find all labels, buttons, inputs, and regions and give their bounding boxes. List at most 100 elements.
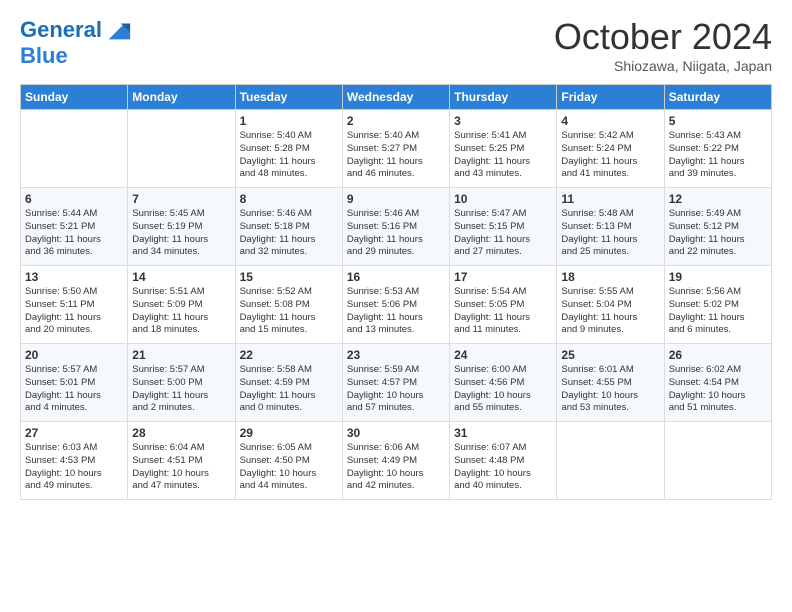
day-number: 18 — [561, 270, 659, 284]
day-number: 11 — [561, 192, 659, 206]
day-info: Sunrise: 6:02 AM Sunset: 4:54 PM Dayligh… — [669, 364, 767, 415]
day-info: Sunrise: 6:04 AM Sunset: 4:51 PM Dayligh… — [132, 442, 230, 493]
day-number: 20 — [25, 348, 123, 362]
calendar-cell — [21, 110, 128, 188]
day-info: Sunrise: 5:41 AM Sunset: 5:25 PM Dayligh… — [454, 130, 552, 181]
col-saturday: Saturday — [664, 85, 771, 110]
calendar-cell: 12 Sunrise: 5:49 AM Sunset: 5:12 PM Dayli… — [664, 188, 771, 266]
day-info: Sunrise: 5:43 AM Sunset: 5:22 PM Dayligh… — [669, 130, 767, 181]
day-number: 10 — [454, 192, 552, 206]
day-info: Sunrise: 5:50 AM Sunset: 5:11 PM Dayligh… — [25, 286, 123, 337]
calendar-cell: 4Sunrise: 5:42 AM Sunset: 5:24 PM Daylig… — [557, 110, 664, 188]
day-number: 23 — [347, 348, 445, 362]
calendar-cell: 9 Sunrise: 5:46 AM Sunset: 5:16 PM Daylig… — [342, 188, 449, 266]
day-number: 13 — [25, 270, 123, 284]
day-number: 19 — [669, 270, 767, 284]
logo: General Blue — [20, 16, 132, 68]
day-info: Sunrise: 5:44 AM Sunset: 5:21 PM Dayligh… — [25, 208, 123, 259]
calendar-cell: 14 Sunrise: 5:51 AM Sunset: 5:09 PM Dayli… — [128, 266, 235, 344]
calendar-page: General Blue October 2024 Shiozawa, Niig… — [0, 0, 792, 612]
day-number: 7 — [132, 192, 230, 206]
calendar-week-3: 13 Sunrise: 5:50 AM Sunset: 5:11 PM Dayli… — [21, 266, 772, 344]
day-info: Sunrise: 6:06 AM Sunset: 4:49 PM Dayligh… — [347, 442, 445, 493]
day-number: 9 — [347, 192, 445, 206]
col-sunday: Sunday — [21, 85, 128, 110]
location: Shiozawa, Niigata, Japan — [554, 58, 772, 74]
day-number: 15 — [240, 270, 338, 284]
day-number: 31 — [454, 426, 552, 440]
calendar-cell: 30 Sunrise: 6:06 AM Sunset: 4:49 PM Dayli… — [342, 422, 449, 500]
calendar-cell: 8 Sunrise: 5:46 AM Sunset: 5:18 PM Daylig… — [235, 188, 342, 266]
day-number: 5 — [669, 114, 767, 128]
calendar-cell: 6Sunrise: 5:44 AM Sunset: 5:21 PM Daylig… — [21, 188, 128, 266]
day-info: Sunrise: 5:40 AM Sunset: 5:28 PM Dayligh… — [240, 130, 338, 181]
calendar-week-2: 6Sunrise: 5:44 AM Sunset: 5:21 PM Daylig… — [21, 188, 772, 266]
month-title: October 2024 — [554, 16, 772, 58]
day-number: 24 — [454, 348, 552, 362]
calendar-cell: 22 Sunrise: 5:58 AM Sunset: 4:59 PM Dayli… — [235, 344, 342, 422]
day-info: Sunrise: 5:59 AM Sunset: 4:57 PM Dayligh… — [347, 364, 445, 415]
calendar-cell: 26 Sunrise: 6:02 AM Sunset: 4:54 PM Dayli… — [664, 344, 771, 422]
day-number: 26 — [669, 348, 767, 362]
calendar-cell: 25 Sunrise: 6:01 AM Sunset: 4:55 PM Dayli… — [557, 344, 664, 422]
calendar-week-4: 20 Sunrise: 5:57 AM Sunset: 5:01 PM Dayli… — [21, 344, 772, 422]
day-info: Sunrise: 6:03 AM Sunset: 4:53 PM Dayligh… — [25, 442, 123, 493]
day-info: Sunrise: 5:45 AM Sunset: 5:19 PM Dayligh… — [132, 208, 230, 259]
day-number: 27 — [25, 426, 123, 440]
day-info: Sunrise: 5:46 AM Sunset: 5:18 PM Dayligh… — [240, 208, 338, 259]
col-wednesday: Wednesday — [342, 85, 449, 110]
col-friday: Friday — [557, 85, 664, 110]
calendar-cell: 2Sunrise: 5:40 AM Sunset: 5:27 PM Daylig… — [342, 110, 449, 188]
calendar-cell: 21 Sunrise: 5:57 AM Sunset: 5:00 PM Dayli… — [128, 344, 235, 422]
day-number: 22 — [240, 348, 338, 362]
calendar-header: Sunday Monday Tuesday Wednesday Thursday… — [21, 85, 772, 110]
day-info: Sunrise: 5:47 AM Sunset: 5:15 PM Dayligh… — [454, 208, 552, 259]
day-number: 29 — [240, 426, 338, 440]
day-number: 28 — [132, 426, 230, 440]
calendar-cell: 3 Sunrise: 5:41 AM Sunset: 5:25 PM Daylig… — [450, 110, 557, 188]
calendar-cell: 15Sunrise: 5:52 AM Sunset: 5:08 PM Dayli… — [235, 266, 342, 344]
calendar-cell: 29 Sunrise: 6:05 AM Sunset: 4:50 PM Dayli… — [235, 422, 342, 500]
calendar-cell: 10 Sunrise: 5:47 AM Sunset: 5:15 PM Dayli… — [450, 188, 557, 266]
calendar-cell — [557, 422, 664, 500]
day-info: Sunrise: 6:01 AM Sunset: 4:55 PM Dayligh… — [561, 364, 659, 415]
day-number: 25 — [561, 348, 659, 362]
col-tuesday: Tuesday — [235, 85, 342, 110]
calendar-cell: 31Sunrise: 6:07 AM Sunset: 4:48 PM Dayli… — [450, 422, 557, 500]
col-monday: Monday — [128, 85, 235, 110]
day-info: Sunrise: 5:54 AM Sunset: 5:05 PM Dayligh… — [454, 286, 552, 337]
day-info: Sunrise: 5:48 AM Sunset: 5:13 PM Dayligh… — [561, 208, 659, 259]
logo-text: General — [20, 18, 102, 42]
day-info: Sunrise: 5:58 AM Sunset: 4:59 PM Dayligh… — [240, 364, 338, 415]
calendar-cell: 23 Sunrise: 5:59 AM Sunset: 4:57 PM Dayli… — [342, 344, 449, 422]
title-area: October 2024 Shiozawa, Niigata, Japan — [554, 16, 772, 74]
day-info: Sunrise: 5:49 AM Sunset: 5:12 PM Dayligh… — [669, 208, 767, 259]
calendar-week-5: 27 Sunrise: 6:03 AM Sunset: 4:53 PM Dayli… — [21, 422, 772, 500]
day-info: Sunrise: 5:53 AM Sunset: 5:06 PM Dayligh… — [347, 286, 445, 337]
col-thursday: Thursday — [450, 85, 557, 110]
calendar-body: 1Sunrise: 5:40 AM Sunset: 5:28 PM Daylig… — [21, 110, 772, 500]
calendar-cell: 5 Sunrise: 5:43 AM Sunset: 5:22 PM Daylig… — [664, 110, 771, 188]
day-info: Sunrise: 5:57 AM Sunset: 5:00 PM Dayligh… — [132, 364, 230, 415]
day-number: 12 — [669, 192, 767, 206]
header-row: Sunday Monday Tuesday Wednesday Thursday… — [21, 85, 772, 110]
day-number: 30 — [347, 426, 445, 440]
day-number: 14 — [132, 270, 230, 284]
day-info: Sunrise: 5:40 AM Sunset: 5:27 PM Dayligh… — [347, 130, 445, 181]
calendar-cell: 16Sunrise: 5:53 AM Sunset: 5:06 PM Dayli… — [342, 266, 449, 344]
day-info: Sunrise: 5:56 AM Sunset: 5:02 PM Dayligh… — [669, 286, 767, 337]
day-number: 21 — [132, 348, 230, 362]
day-number: 3 — [454, 114, 552, 128]
day-info: Sunrise: 5:51 AM Sunset: 5:09 PM Dayligh… — [132, 286, 230, 337]
day-info: Sunrise: 6:00 AM Sunset: 4:56 PM Dayligh… — [454, 364, 552, 415]
day-info: Sunrise: 5:46 AM Sunset: 5:16 PM Dayligh… — [347, 208, 445, 259]
day-number: 8 — [240, 192, 338, 206]
calendar-cell — [128, 110, 235, 188]
calendar-cell: 11 Sunrise: 5:48 AM Sunset: 5:13 PM Dayli… — [557, 188, 664, 266]
day-number: 4 — [561, 114, 659, 128]
day-info: Sunrise: 5:57 AM Sunset: 5:01 PM Dayligh… — [25, 364, 123, 415]
header: General Blue October 2024 Shiozawa, Niig… — [20, 16, 772, 74]
day-info: Sunrise: 6:05 AM Sunset: 4:50 PM Dayligh… — [240, 442, 338, 493]
calendar-cell: 13 Sunrise: 5:50 AM Sunset: 5:11 PM Dayli… — [21, 266, 128, 344]
calendar-cell: 7 Sunrise: 5:45 AM Sunset: 5:19 PM Daylig… — [128, 188, 235, 266]
